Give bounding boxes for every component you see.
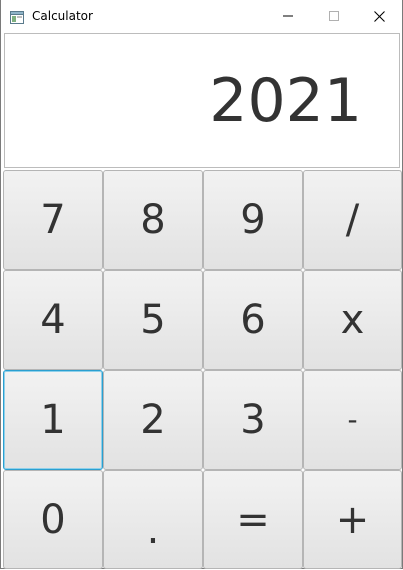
- display-value: 2021: [209, 66, 362, 136]
- key-1-button[interactable]: 1: [3, 370, 103, 470]
- key-6-button[interactable]: 6: [203, 270, 303, 370]
- subtract-button[interactable]: -: [303, 370, 402, 470]
- keypad: 7 8 9 / 4 5 6 x 1 2 3 - 0 . = +: [3, 170, 402, 569]
- app-icon: [10, 9, 24, 24]
- key-5-button[interactable]: 5: [103, 270, 203, 370]
- key-2-button[interactable]: 2: [103, 370, 203, 470]
- add-button[interactable]: +: [303, 470, 402, 569]
- minimize-icon[interactable]: [265, 0, 311, 32]
- display-screen: 2021: [4, 33, 400, 168]
- equals-button[interactable]: =: [203, 470, 303, 569]
- decimal-point-button[interactable]: .: [103, 470, 203, 569]
- key-0-button[interactable]: 0: [3, 470, 103, 569]
- maximize-icon[interactable]: [311, 0, 357, 32]
- calculator-window: Calculator 2021 7 8 9 / 4 5 6 x 1 2 3 - …: [0, 0, 403, 569]
- window-title: Calculator: [32, 9, 93, 23]
- key-7-button[interactable]: 7: [3, 170, 103, 270]
- title-bar[interactable]: Calculator: [1, 0, 402, 32]
- key-4-button[interactable]: 4: [3, 270, 103, 370]
- close-icon[interactable]: [356, 0, 402, 32]
- multiply-button[interactable]: x: [303, 270, 402, 370]
- key-3-button[interactable]: 3: [203, 370, 303, 470]
- divide-button[interactable]: /: [303, 170, 402, 270]
- key-9-button[interactable]: 9: [203, 170, 303, 270]
- key-8-button[interactable]: 8: [103, 170, 203, 270]
